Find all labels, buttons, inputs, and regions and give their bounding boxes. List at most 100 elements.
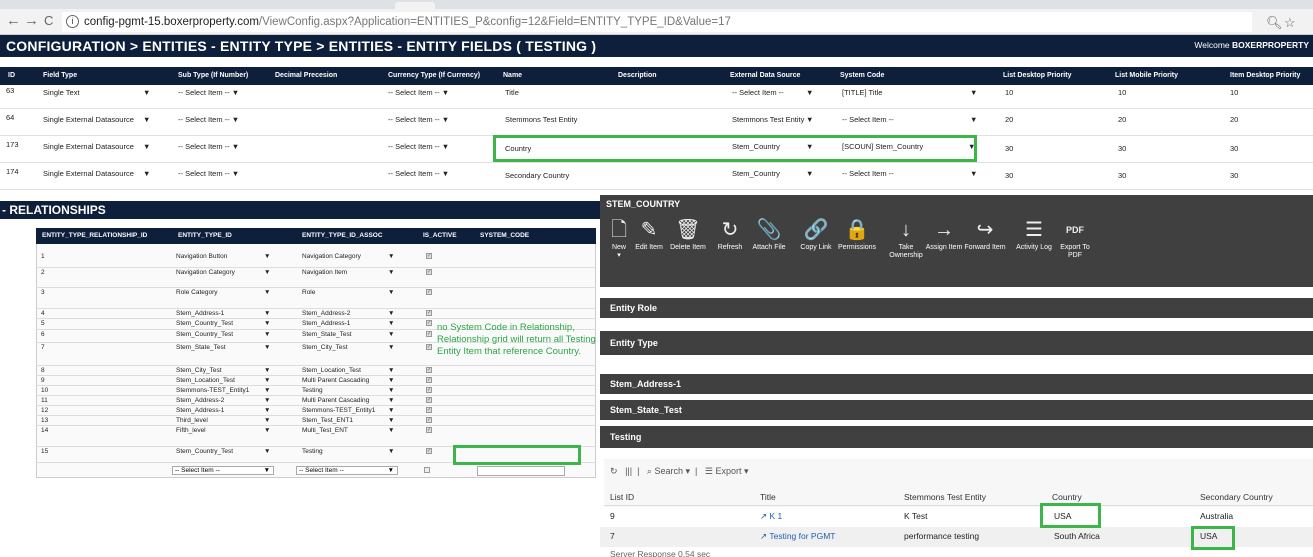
name-field[interactable]: Stemmons Test Entity	[505, 115, 577, 124]
grid-col-header[interactable]: Stemmons Test Entity	[904, 492, 986, 502]
is-active-checkbox[interactable]: ✓	[426, 289, 432, 295]
assign-item-button[interactable]: → Assign Item	[922, 218, 966, 252]
is-active-checkbox[interactable]: ✓	[426, 331, 432, 337]
sub-type-select[interactable]: -- Select Item -- ▼	[178, 142, 239, 151]
item-link[interactable]: ↗ Testing for PGMT	[760, 531, 835, 542]
export-button[interactable]: ☰ Export ▾	[705, 466, 749, 476]
list-desktop-field[interactable]: 20	[1005, 115, 1013, 124]
search-button[interactable]: ⌕ Search ▾	[647, 466, 690, 476]
entity-type-select[interactable]: Stem_Address-1	[176, 310, 224, 317]
item-link[interactable]: ↗ K 1	[760, 511, 782, 522]
list-mobile-field[interactable]: 30	[1118, 171, 1126, 180]
name-field[interactable]: Secondary Country	[505, 171, 569, 180]
list-desktop-field[interactable]: 30	[1005, 144, 1013, 153]
currency-select[interactable]: -- Select Item -- ▼	[388, 142, 449, 151]
is-active-checkbox[interactable]: ✓	[426, 417, 432, 423]
entity-assoc-select[interactable]: Stem_Location_Test	[302, 367, 361, 374]
refresh-icon[interactable]: ↻	[610, 466, 618, 476]
entity-type-select[interactable]: Role Category	[176, 289, 218, 296]
entity-type-select[interactable]: Stem_Country_Test	[176, 331, 233, 338]
currency-select[interactable]: -- Select Item -- ▼	[388, 169, 449, 178]
entity-type-select[interactable]: Navigation Button	[176, 253, 227, 260]
new-assoc-select[interactable]: -- Select Item -- ▼	[296, 466, 398, 475]
activity-log-button[interactable]: ☰ Activity Log	[1012, 218, 1056, 252]
forward-icon[interactable]: →	[24, 13, 39, 29]
new-system-code-input[interactable]	[477, 466, 565, 476]
grid-col-header[interactable]: Secondary Country	[1200, 492, 1273, 502]
bookmark-star-icon[interactable]: ☆	[1284, 15, 1296, 31]
field-type-select[interactable]: Single External Datasource	[43, 169, 134, 178]
copy-link-button[interactable]: 🔗 Copy Link	[794, 218, 838, 252]
entity-assoc-select[interactable]: Stem_City_Test	[302, 344, 348, 351]
entity-assoc-select[interactable]: Testing	[302, 448, 323, 455]
entity-type-select[interactable]: Stem_Address-2	[176, 397, 224, 404]
forward-item-button[interactable]: ↪ Forward Item	[963, 218, 1007, 252]
table-row[interactable]: 9 ↗ K 1 K Test USA Australia	[600, 507, 1313, 527]
attach-file-button[interactable]: 📎 Attach File	[747, 218, 791, 252]
grid-col-header[interactable]: Country	[1052, 492, 1082, 502]
list-desktop-field[interactable]: 10	[1005, 88, 1013, 97]
ext-source-select[interactable]: Stemmons Test Entity	[732, 115, 804, 124]
entity-type-select[interactable]: Stem_Country_Test	[176, 320, 233, 327]
entity-type-select[interactable]: Stem_State_Test	[176, 344, 226, 351]
item-desktop-field[interactable]: 20	[1230, 115, 1238, 124]
section-testing[interactable]: Testing	[600, 426, 1313, 448]
list-desktop-field[interactable]: 30	[1005, 171, 1013, 180]
sub-type-select[interactable]: -- Select Item -- ▼	[178, 169, 239, 178]
name-field[interactable]: Title	[505, 88, 519, 97]
section-stem-address-1[interactable]: Stem_Address-1	[600, 374, 1313, 394]
is-active-checkbox[interactable]: ✓	[426, 387, 432, 393]
info-icon[interactable]: i	[66, 15, 79, 29]
field-type-select[interactable]: Single Text	[43, 88, 80, 97]
entity-type-select[interactable]: Navigation Category	[176, 269, 235, 276]
item-desktop-field[interactable]: 30	[1230, 171, 1238, 180]
permissions-button[interactable]: 🔒 Permissions	[835, 218, 879, 252]
currency-select[interactable]: -- Select Item -- ▼	[388, 88, 449, 97]
sub-type-select[interactable]: -- Select Item -- ▼	[178, 115, 239, 124]
export-pdf-button[interactable]: PDF Export To PDF	[1053, 218, 1097, 260]
entity-assoc-select[interactable]: Testing	[302, 387, 323, 394]
system-code-select[interactable]: -- Select Item --	[842, 169, 894, 178]
entity-assoc-select[interactable]: Multi_Test_ENT	[302, 427, 348, 434]
entity-type-select[interactable]: Fifth_level	[176, 427, 206, 434]
section-stem-state-test[interactable]: Stem_State_Test	[600, 400, 1313, 420]
entity-assoc-select[interactable]: Navigation Item	[302, 269, 347, 276]
is-active-checkbox[interactable]: ✓	[426, 427, 432, 433]
is-active-checkbox[interactable]: ✓	[426, 448, 432, 454]
browser-tab[interactable]	[395, 2, 435, 9]
columns-icon[interactable]: |||	[625, 466, 632, 476]
entity-type-select[interactable]: Stem_Address-1	[176, 407, 224, 414]
new-type-select[interactable]: -- Select Item -- ▼	[172, 466, 274, 475]
is-active-checkbox[interactable]: ✓	[426, 377, 432, 383]
list-mobile-field[interactable]: 10	[1118, 88, 1126, 97]
is-active-checkbox[interactable]: ✓	[426, 397, 432, 403]
edit-item-button[interactable]: ✎ Edit Item	[627, 218, 671, 252]
entity-type-select[interactable]: Stemmons-TEST_Entity1	[176, 387, 249, 394]
back-icon[interactable]: ←	[6, 13, 21, 29]
grid-col-header[interactable]: List ID	[610, 492, 634, 502]
list-mobile-field[interactable]: 20	[1118, 115, 1126, 124]
is-active-checkbox[interactable]: ✓	[426, 407, 432, 413]
is-active-checkbox[interactable]: ✓	[426, 310, 432, 316]
entity-assoc-select[interactable]: Stem_State_Test	[302, 331, 352, 338]
section-entity-type[interactable]: Entity Type	[600, 331, 1313, 355]
entity-assoc-select[interactable]: Role	[302, 289, 315, 296]
is-active-checkbox[interactable]: ✓	[426, 367, 432, 373]
sub-type-select[interactable]: -- Select Item -- ▼	[178, 88, 239, 97]
address-bar[interactable]: i config-pgmt-15.boxerproperty.com/ViewCo…	[62, 12, 1252, 32]
entity-assoc-select[interactable]: Multi Parent Cascading	[302, 397, 369, 404]
entity-assoc-select[interactable]: Stem_Address-2	[302, 310, 350, 317]
zoom-icon[interactable]: 🔍︎	[1266, 15, 1283, 31]
entity-assoc-select[interactable]: Stem_Test_ENT1	[302, 417, 353, 424]
field-type-select[interactable]: Single External Datasource	[43, 115, 134, 124]
new-active-checkbox[interactable]	[424, 467, 430, 473]
refresh-button[interactable]: ↻ Refresh	[708, 218, 752, 252]
field-type-select[interactable]: Single External Datasource	[43, 142, 134, 151]
ext-source-select[interactable]: -- Select Item --	[732, 88, 784, 97]
ext-source-select[interactable]: Stem_Country	[732, 169, 780, 178]
item-desktop-field[interactable]: 30	[1230, 144, 1238, 153]
delete-item-button[interactable]: 🗑 Delete Item	[666, 218, 710, 252]
system-code-select[interactable]: -- Select Item --	[842, 115, 894, 124]
reload-icon[interactable]: C	[44, 13, 53, 29]
entity-type-select[interactable]: Stem_Country_Test	[176, 448, 233, 455]
